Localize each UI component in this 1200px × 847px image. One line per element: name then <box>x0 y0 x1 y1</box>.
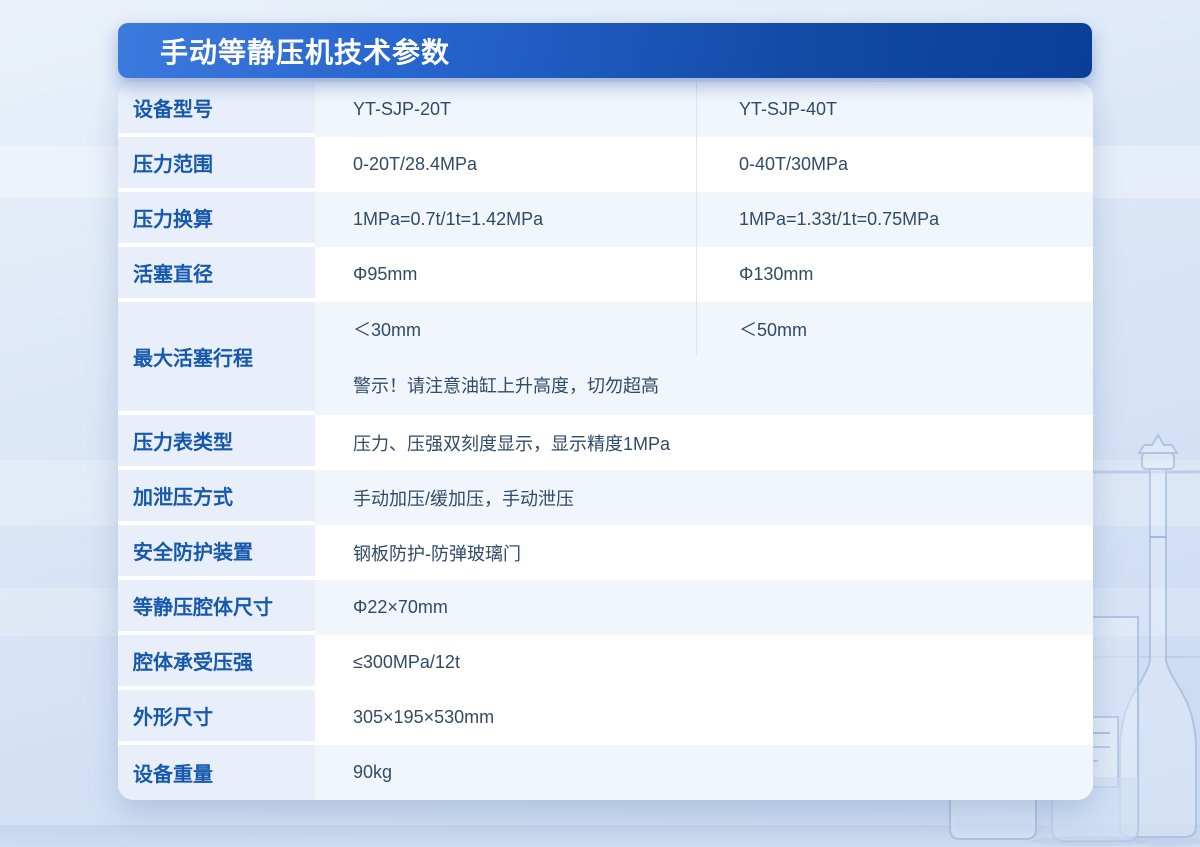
volumetric-flask-image <box>1119 433 1197 838</box>
row-values: 压力、压强双刻度显示，显示精度1MPa <box>315 415 1093 470</box>
page-title-bar: 手动等静压机技术参数 <box>118 23 1092 78</box>
row-value: ＜30mm <box>353 319 422 340</box>
row-value: 1MPa=0.7t/1t=1.42MPa <box>353 209 544 229</box>
row-label: 设备重量 <box>118 745 315 800</box>
row-values: 钢板防护-防弹玻璃门 <box>315 525 1093 580</box>
table-row: 等静压腔体尺寸 Φ22×70mm <box>118 580 1093 635</box>
row-value: 0-40T/30MPa <box>696 137 1093 192</box>
row-values: Φ95mm Φ130mm <box>315 247 1093 302</box>
table-row: 最大活塞行程 ＜30mm ＜50mm 警示！请注意油缸上升高度，切勿超高 <box>118 302 1093 415</box>
row-values: 305×195×530mm <box>315 690 1093 745</box>
row-value: 压力、压强双刻度显示，显示精度1MPa <box>353 433 671 454</box>
table-row: 加泄压方式 手动加压/缓加压，手动泄压 <box>118 470 1093 525</box>
row-values: Φ22×70mm <box>315 580 1093 635</box>
row-label: 外形尺寸 <box>118 690 315 745</box>
table-surface-shadow <box>0 825 1200 847</box>
row-value: 手动加压/缓加压，手动泄压 <box>353 488 574 509</box>
row-value: 305×195×530mm <box>353 707 495 727</box>
row-values: ＜30mm ＜50mm 警示！请注意油缸上升高度，切勿超高 <box>315 302 1093 415</box>
row-values: 90kg <box>315 745 1093 800</box>
table-row: 压力范围 0-20T/28.4MPa 0-40T/30MPa <box>118 137 1093 192</box>
row-label: 安全防护装置 <box>118 525 315 580</box>
stroke-values-line: ＜30mm ＜50mm <box>315 302 1093 355</box>
row-values: 0-20T/28.4MPa 0-40T/30MPa <box>315 137 1093 192</box>
row-values: 手动加压/缓加压，手动泄压 <box>315 470 1093 525</box>
row-value: YT-SJP-20T <box>353 99 452 119</box>
warning-text: 警示！请注意油缸上升高度，切勿超高 <box>353 376 659 396</box>
table-row: 设备型号 YT-SJP-20T YT-SJP-40T <box>118 82 1093 137</box>
row-value: YT-SJP-40T <box>696 82 1093 137</box>
row-values: YT-SJP-20T YT-SJP-40T <box>315 82 1093 137</box>
row-value: ≤300MPa/12t <box>353 652 460 672</box>
table-row: 压力表类型 压力、压强双刻度显示，显示精度1MPa <box>118 415 1093 470</box>
row-value: 1MPa=1.33t/1t=0.75MPa <box>696 192 1093 247</box>
row-value: Φ95mm <box>353 264 418 284</box>
table-row: 设备重量 90kg <box>118 745 1093 800</box>
row-label: 压力范围 <box>118 137 315 192</box>
table-row: 腔体承受压强 ≤300MPa/12t <box>118 635 1093 690</box>
page-title: 手动等静压机技术参数 <box>160 36 451 68</box>
table-row: 压力换算 1MPa=0.7t/1t=1.42MPa 1MPa=1.33t/1t=0.… <box>118 192 1093 247</box>
row-label: 最大活塞行程 <box>118 302 315 415</box>
row-label: 设备型号 <box>118 82 315 137</box>
row-label: 腔体承受压强 <box>118 635 315 690</box>
row-value: 90kg <box>353 762 393 782</box>
row-label: 压力表类型 <box>118 415 315 470</box>
row-value: Φ22×70mm <box>353 597 448 617</box>
row-value: Φ130mm <box>696 247 1093 302</box>
row-label: 压力换算 <box>118 192 315 247</box>
table-row: 安全防护装置 钢板防护-防弹玻璃门 <box>118 525 1093 580</box>
table-row: 活塞直径 Φ95mm Φ130mm <box>118 247 1093 302</box>
row-value: ＜50mm <box>696 302 1093 355</box>
row-label: 活塞直径 <box>118 247 315 302</box>
spec-table: 设备型号 YT-SJP-20T YT-SJP-40T 压力范围 0-20T/28.4MP… <box>118 82 1093 800</box>
row-values: ≤300MPa/12t <box>315 635 1093 690</box>
row-values: 1MPa=0.7t/1t=1.42MPa 1MPa=1.33t/1t=0.75MP… <box>315 192 1093 247</box>
table-row: 外形尺寸 305×195×530mm <box>118 690 1093 745</box>
row-value: 钢板防护-防弹玻璃门 <box>353 543 521 564</box>
row-label: 等静压腔体尺寸 <box>118 580 315 635</box>
row-value: 0-20T/28.4MPa <box>353 154 478 174</box>
row-label: 加泄压方式 <box>118 470 315 525</box>
